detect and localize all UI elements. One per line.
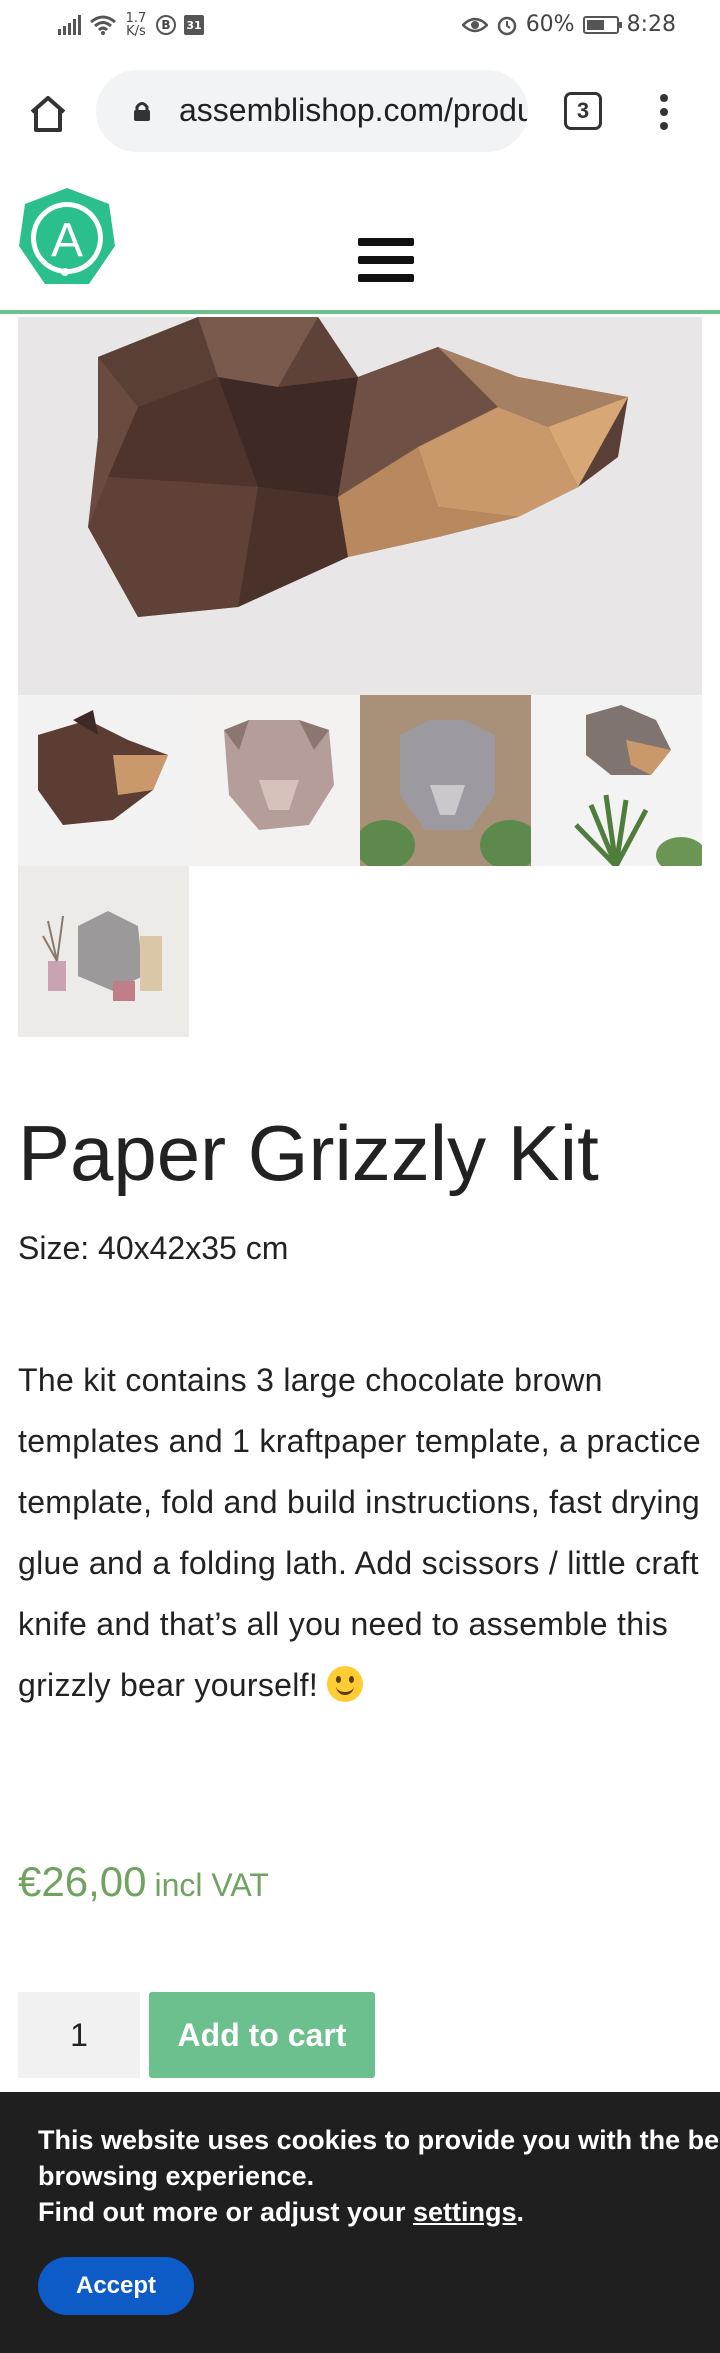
product-description: The kit contains 3 large chocolate brown…	[18, 1362, 701, 1703]
cookie-banner: This website uses cookies to provide you…	[0, 2092, 720, 2353]
cookie-settings-link[interactable]: settings	[413, 2197, 517, 2227]
logo-letter: A	[51, 214, 83, 267]
home-icon[interactable]	[24, 90, 72, 138]
product-title: Paper Grizzly Kit	[18, 1109, 599, 1197]
thumbnail-4[interactable]	[531, 695, 702, 866]
browser-toolbar: assemblishop.com/product 3	[0, 54, 720, 166]
thumbnail-2[interactable]	[189, 695, 360, 866]
vat-label: incl VAT	[154, 1867, 269, 1903]
tab-switcher-button[interactable]: 3	[564, 92, 602, 130]
product-size: Size: 40x42x35 cm	[18, 1230, 289, 1266]
quantity-input[interactable]: 1	[18, 1992, 140, 2078]
network-speed: 1.7 K/s	[125, 11, 147, 39]
browser-menu-icon[interactable]	[654, 90, 674, 134]
status-bar: 1.7 K/s B 31 60% 8:28	[0, 0, 720, 54]
b-app-icon: B	[156, 15, 176, 35]
signal-icon	[58, 15, 81, 35]
hamburger-menu-icon[interactable]	[358, 238, 414, 282]
add-to-cart-button[interactable]: Add to cart	[149, 1992, 375, 2078]
product-main-image[interactable]	[18, 317, 702, 695]
product-price: €26,00 incl VAT	[18, 1858, 269, 1906]
calendar-icon: 31	[184, 15, 204, 35]
lock-icon	[134, 102, 150, 121]
cookie-accept-button[interactable]: Accept	[38, 2257, 194, 2315]
alarm-icon	[497, 16, 516, 35]
url-text[interactable]: assemblishop.com/product	[179, 92, 528, 129]
thumbnail-1[interactable]	[18, 695, 189, 866]
price-amount: €26,00	[18, 1858, 147, 1905]
site-header: A	[0, 166, 720, 314]
cookie-message: This website uses cookies to provide you…	[38, 2125, 720, 2227]
battery-percent: 60%	[525, 12, 575, 37]
bear-head-illustration	[18, 317, 702, 695]
smiley-emoji-icon	[327, 1666, 364, 1702]
eye-icon	[461, 17, 488, 32]
assembli-logo[interactable]: A	[17, 186, 117, 292]
thumbnail-5[interactable]	[18, 866, 189, 1037]
thumbnail-3[interactable]	[360, 695, 531, 866]
clock: 8:28	[626, 12, 676, 37]
battery-icon	[582, 15, 622, 34]
wifi-icon	[90, 15, 116, 35]
address-bar[interactable]: assemblishop.com/product	[96, 70, 528, 152]
